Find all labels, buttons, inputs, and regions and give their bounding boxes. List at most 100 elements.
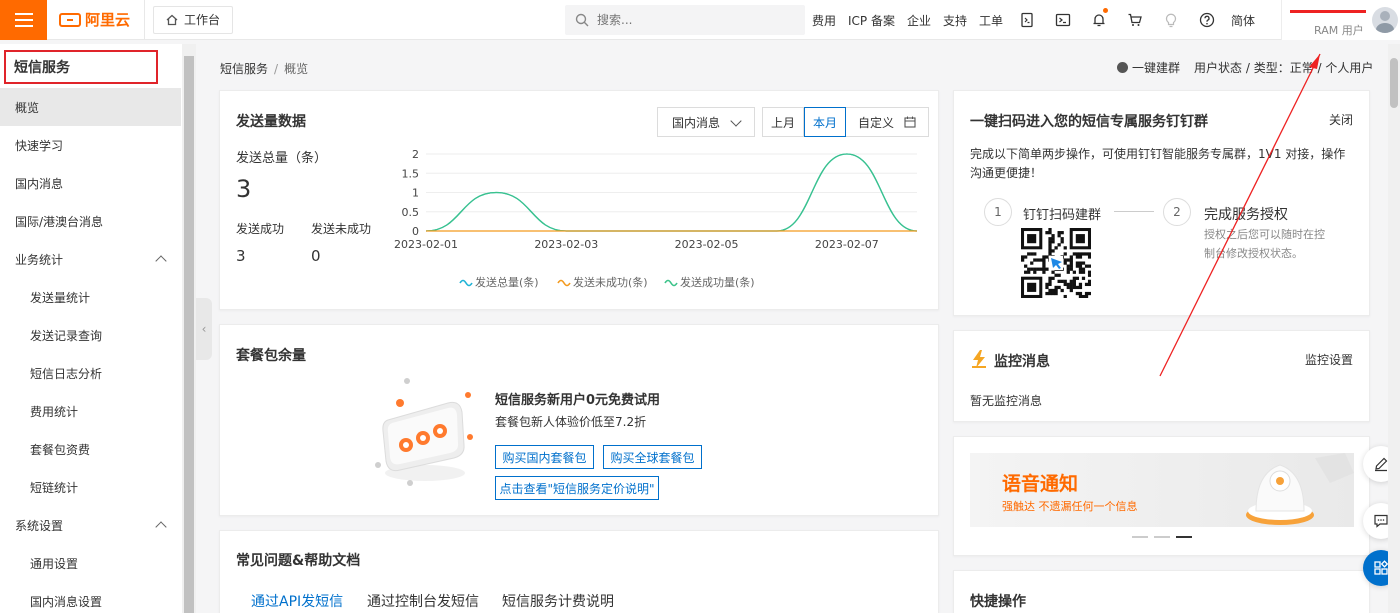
sidebar-item-label: 短信日志分析 [30, 366, 103, 381]
sidebar-item-label: 概览 [15, 100, 40, 115]
page-scrollbar[interactable] [1388, 44, 1400, 613]
sidebar-collapse-button[interactable]: ‹ [196, 298, 212, 360]
user-name-redacted [1290, 7, 1366, 15]
voice-notification-banner[interactable]: 语音通知 强触达 不遗漏任何一个信息 [970, 453, 1354, 527]
link-enterprise[interactable]: 企业 [907, 12, 931, 29]
menu-toggle-button[interactable] [0, 0, 47, 40]
x-tick-label: 2023-02-05 [675, 238, 739, 251]
dingtalk-close-button[interactable]: 关闭 [1329, 111, 1353, 128]
link-fee[interactable]: 费用 [812, 12, 836, 29]
create-group-link[interactable]: 一键建群 [1117, 59, 1180, 76]
workbench-label: 工作台 [184, 13, 221, 27]
buy-domestic-package-button[interactable]: 购买国内套餐包 [495, 445, 594, 469]
speaker-device-illustration [1246, 453, 1354, 525]
message-type-select[interactable]: 国内消息 [657, 107, 755, 137]
breadcrumb-separator: / [274, 62, 279, 76]
step2-number: 2 [1163, 198, 1191, 226]
help-icon [1199, 12, 1215, 28]
sidebar-item-label: 短链统计 [30, 480, 79, 495]
sidebar-item-label: 国内消息设置 [30, 594, 103, 609]
sidebar-item-log-analysis[interactable]: 短信日志分析 [0, 354, 181, 392]
sidebar-title: 短信服务 [4, 50, 158, 84]
link-ticket[interactable]: 工单 [979, 12, 1003, 29]
tab-billing[interactable]: 短信服务计费说明 [502, 591, 614, 611]
sidebar-group-system-settings[interactable]: 系统设置 [0, 506, 181, 544]
sidebar-item-fee-stats[interactable]: 费用统计 [0, 392, 181, 430]
help-button[interactable] [1195, 0, 1219, 40]
legend-label: 发送未成功(条) [573, 275, 648, 289]
y-tick-label: 0.5 [402, 206, 420, 219]
terminal-button[interactable] [1051, 0, 1075, 40]
top-links: 费用 ICP 备案 企业 支持 工单 简体 [812, 0, 1267, 40]
sidebar-item-label: 国内消息 [15, 176, 64, 191]
monitor-card: 监控消息 监控设置 暂无监控消息 [953, 330, 1370, 422]
sidebar-item-label: 国际/港澳台消息 [15, 214, 104, 229]
sidebar-item-domestic-settings[interactable]: 国内消息设置 [0, 582, 181, 613]
carousel-dot-active[interactable] [1176, 536, 1192, 538]
scrollbar-thumb[interactable] [1390, 58, 1398, 108]
carousel-dot[interactable] [1132, 536, 1148, 538]
aliyun-logo[interactable]: 阿里云 [59, 9, 130, 30]
cart-button[interactable] [1123, 0, 1147, 40]
user-status-bar: 一键建群 用户状态 / 类型：正常 / 个人用户 [1117, 59, 1373, 76]
sidebar-item-general-settings[interactable]: 通用设置 [0, 544, 181, 582]
link-icp[interactable]: ICP 备案 [848, 12, 895, 29]
tab-console[interactable]: 通过控制台发短信 [367, 591, 479, 611]
sidebar-group-business-stats[interactable]: 业务统计 [0, 240, 181, 278]
package-card: 套餐包余量 短信服务新用户0元免费试用 套餐包新人体验价低至7.2折 购买国内套… [219, 324, 939, 516]
range-this-month[interactable]: 本月 [804, 107, 847, 137]
sms-package-illustration [375, 378, 473, 486]
cloud-shell-button[interactable] [1015, 0, 1039, 40]
scrollbar-thumb[interactable] [184, 56, 194, 613]
dingtalk-title: 一键扫码进入您的短信专属服务钉钉群 [970, 114, 1208, 130]
sidebar-item-international[interactable]: 国际/港澳台消息 [0, 202, 181, 240]
workbench-button[interactable]: 工作台 [153, 5, 234, 34]
create-group-label: 一键建群 [1132, 61, 1181, 75]
sidebar-item-quick-learn[interactable]: 快速学习 [0, 126, 181, 164]
sidebar-item-shortlink-stats[interactable]: 短链统计 [0, 468, 181, 506]
monitor-settings-link[interactable]: 监控设置 [1305, 351, 1353, 368]
sidebar-item-domestic[interactable]: 国内消息 [0, 164, 181, 202]
send-volume-chart: 0 0.5 1 1.5 2 2023-02-01 2023-02-03 2023-02-05 2… [394, 148, 918, 289]
buy-global-package-button[interactable]: 购买全球套餐包 [603, 445, 702, 469]
sidebar-item-package-pricing[interactable]: 套餐包资费 [0, 430, 181, 468]
search-box[interactable] [565, 5, 805, 35]
step2-label: 完成服务授权 [1204, 207, 1288, 223]
breadcrumb-root[interactable]: 短信服务 [220, 62, 268, 76]
sidebar-item-send-stats[interactable]: 发送量统计 [0, 278, 181, 316]
dingtalk-qr-code[interactable] [1021, 228, 1091, 298]
carousel-dot[interactable] [1154, 536, 1170, 538]
sidebar-item-overview[interactable]: 概览 [0, 88, 181, 126]
notification-button[interactable] [1087, 0, 1111, 40]
range-custom[interactable]: 自定义 [846, 108, 928, 136]
success-value: 3 [236, 247, 246, 265]
language-switch[interactable]: 简体 [1231, 12, 1255, 29]
package-title: 套餐包余量 [236, 348, 306, 364]
y-tick-label: 1.5 [402, 167, 420, 180]
promo-subtitle: 套餐包新人体验价低至7.2折 [495, 415, 647, 429]
range-last-month[interactable]: 上月 [763, 108, 805, 136]
sidebar-scrollbar[interactable] [182, 44, 196, 613]
sidebar-item-label: 发送量统计 [30, 290, 91, 305]
total-value: 3 [236, 175, 252, 203]
search-input[interactable] [597, 13, 777, 27]
pricing-info-button[interactable]: 点击查看"短信服务定价说明" [495, 476, 659, 500]
avatar[interactable] [1372, 7, 1398, 33]
fail-value: 0 [311, 247, 321, 265]
sidebar-item-label: 费用统计 [30, 404, 79, 419]
sidebar-item-send-records[interactable]: 发送记录查询 [0, 316, 181, 354]
legend-swatch [459, 279, 473, 287]
lightbulb-button[interactable] [1159, 0, 1183, 40]
banner-subtitle: 强触达 不遗漏任何一个信息 [1002, 500, 1138, 513]
banner-title: 语音通知 [1002, 473, 1079, 495]
legend-swatch [664, 279, 678, 287]
header-divider [144, 0, 146, 40]
user-menu[interactable]: RAM 用户 [1281, 0, 1400, 40]
chevron-up-icon [155, 521, 167, 533]
top-bar: 阿里云 工作台 费用 ICP 备案 企业 支持 工单 [0, 0, 1400, 40]
send-volume-card: 发送量数据 国内消息 上月 本月 自定义 发送总量（条） 3 发送成功 发送未成… [219, 90, 939, 310]
banner-card: 语音通知 强触达 不遗漏任何一个信息 [953, 436, 1370, 556]
tab-api[interactable]: 通过API发短信 [251, 591, 343, 611]
cart-icon [1128, 13, 1142, 26]
link-support[interactable]: 支持 [943, 12, 967, 29]
